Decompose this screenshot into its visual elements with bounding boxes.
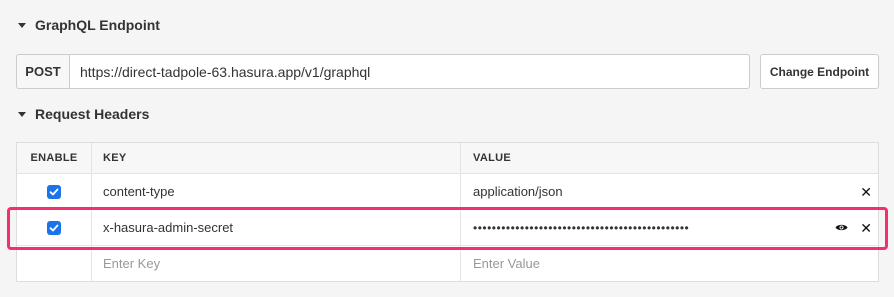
caret-down-icon	[18, 111, 26, 117]
column-header-value: VALUE	[473, 152, 511, 164]
request-headers-title: Request Headers	[35, 106, 150, 122]
eye-icon[interactable]	[835, 223, 848, 232]
graphql-endpoint-title: GraphQL Endpoint	[35, 17, 160, 33]
table-row: x-hasura-admin-secret ••••••••••••••••••…	[17, 209, 878, 245]
enable-checkbox[interactable]	[47, 184, 61, 199]
new-header-key-input[interactable]: Enter Key	[92, 246, 461, 281]
check-icon	[49, 188, 59, 195]
header-key-input[interactable]: content-type	[92, 174, 461, 209]
http-method-label: POST	[16, 54, 69, 89]
request-headers-toggle[interactable]: Request Headers	[18, 106, 149, 122]
enable-cell	[17, 246, 92, 281]
header-key-input[interactable]: x-hasura-admin-secret	[92, 210, 461, 245]
endpoint-row: POST https://direct-tadpole-63.hasura.ap…	[16, 54, 879, 89]
header-value-cell: ••••••••••••••••••••••••••••••••••••••••…	[461, 210, 878, 245]
table-row: content-type application/json ✕	[17, 173, 878, 209]
enable-cell	[17, 174, 92, 209]
column-header-enable: ENABLE	[17, 143, 92, 173]
row-actions: ✕	[835, 210, 872, 245]
graphiql-settings-panel: GraphQL Endpoint POST https://direct-tad…	[0, 0, 894, 297]
header-value-input[interactable]: ••••••••••••••••••••••••••••••••••••••••…	[473, 221, 689, 235]
table-header-row: ENABLE KEY VALUE	[17, 143, 878, 173]
header-value-cell: application/json ✕	[461, 174, 878, 209]
endpoint-url-input[interactable]: https://direct-tadpole-63.hasura.app/v1/…	[69, 54, 750, 89]
row-actions: ✕	[860, 174, 872, 209]
header-value-input[interactable]: application/json	[473, 184, 563, 199]
new-header-value-input[interactable]: Enter Value	[461, 246, 878, 281]
remove-header-icon[interactable]: ✕	[860, 185, 872, 199]
check-icon	[49, 224, 59, 231]
request-headers-table: ENABLE KEY VALUE content-type applicatio…	[16, 142, 879, 282]
column-header-key: KEY	[92, 143, 461, 173]
enable-checkbox[interactable]	[47, 220, 61, 235]
caret-down-icon	[18, 22, 26, 28]
enable-cell	[17, 210, 92, 245]
change-endpoint-button[interactable]: Change Endpoint	[760, 54, 879, 89]
graphql-endpoint-toggle[interactable]: GraphQL Endpoint	[18, 17, 160, 33]
new-header-row: Enter Key Enter Value	[17, 245, 878, 281]
remove-header-icon[interactable]: ✕	[860, 221, 872, 235]
